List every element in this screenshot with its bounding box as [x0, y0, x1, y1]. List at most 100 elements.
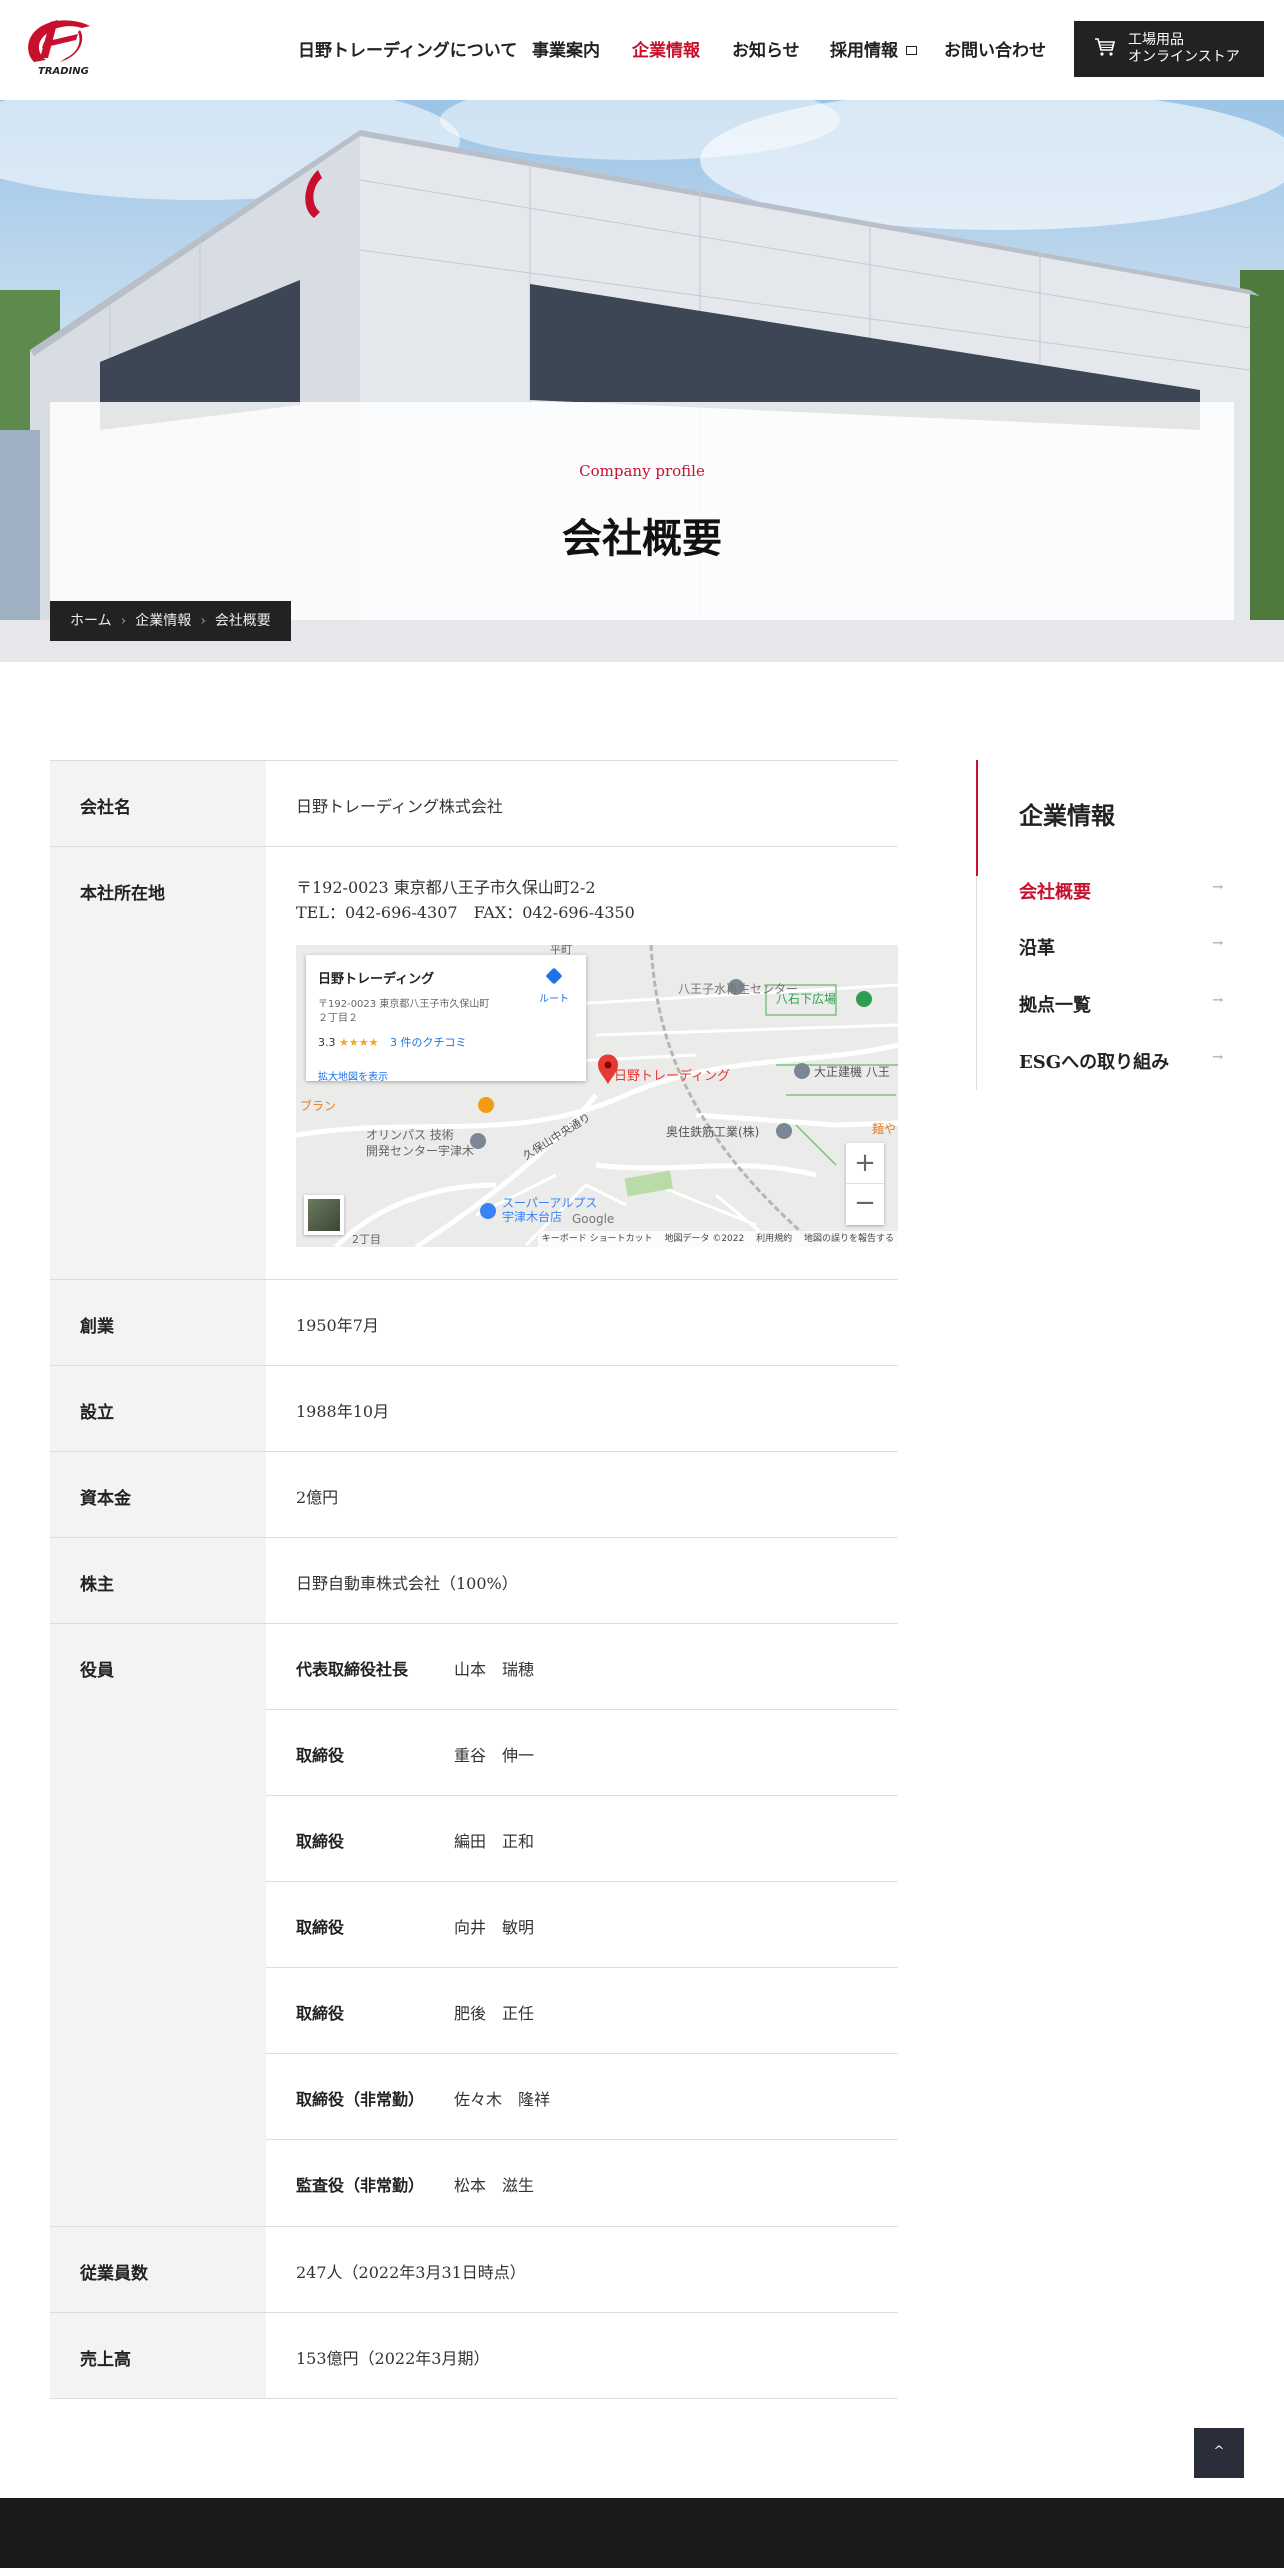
map-info-card: 日野トレーディング 〒192-0023 東京都八王子市久保山町 ２丁目２ 3.3… [306, 955, 586, 1083]
map-label: 奥住鉄筋工業(株) [666, 1124, 759, 1139]
arrow-right-icon: → [1212, 880, 1223, 895]
officer-role: 取締役 [296, 1746, 345, 1765]
map-enlarge-link[interactable]: 拡大地図を表示 [318, 1065, 574, 1090]
sidebar-item-locations[interactable]: 拠点一覧 → [1019, 991, 1229, 1017]
table-row-sales: 売上高 153億円（2022年3月期） [50, 2313, 898, 2399]
arrow-right-icon: → [1212, 1050, 1223, 1065]
row-value: 日野トレーディング株式会社 [296, 797, 503, 816]
officer-row: 取締役（非常勤） 佐々木 隆祥 [266, 2054, 898, 2140]
map-attribution-item: 地図データ ©2022 [664, 1234, 745, 1244]
nav-news[interactable]: お知らせ [732, 36, 800, 64]
officer-row: 取締役 重谷 伸一 [266, 1710, 898, 1796]
sidebar-item-label: 拠点一覧 [1019, 995, 1091, 1016]
row-label: 創業 [50, 1280, 266, 1365]
arrow-right-icon: → [1212, 993, 1223, 1008]
breadcrumb-company[interactable]: 企業情報 [135, 613, 191, 629]
google-logo: Google [572, 1212, 614, 1226]
map-route-button[interactable]: ルート [534, 967, 574, 1012]
sidebar-item-history[interactable]: 沿革 → [1019, 934, 1229, 960]
row-label: 役員 [50, 1624, 266, 2226]
table-row-established: 設立 1988年10月 [50, 1366, 898, 1452]
officer-name: 重谷 伸一 [454, 1746, 535, 1765]
page-title-box: Company profile 会社概要 [50, 402, 1234, 620]
google-map[interactable]: 平町 八王子水再生センター 八石下広場 大正建機 八王 奥住鉄筋工業(株) オリ… [296, 945, 898, 1247]
map-label: スーパーアルプス [502, 1196, 597, 1210]
map-zoom-controls: + − [846, 1143, 884, 1225]
map-attribution-item[interactable]: キーボード ショートカット [542, 1234, 653, 1244]
site-footer [0, 2498, 1284, 2568]
sidebar-item-label: 会社概要 [1019, 882, 1091, 903]
nav-about[interactable]: 日野トレーディングについて [298, 36, 517, 64]
officer-row: 取締役 肥後 正任 [266, 1968, 898, 2054]
page-title: 会社概要 [562, 515, 722, 562]
zoom-in-button[interactable]: + [846, 1143, 884, 1184]
row-label: 本社所在地 [50, 847, 266, 1279]
officer-name: 山本 瑞穂 [454, 1660, 535, 1679]
nav-business[interactable]: 事業案内 [532, 36, 600, 64]
online-store-button[interactable]: 工場用品 オンラインストア [1074, 21, 1264, 77]
phone-fax-text: TEL：042-696-4307 FAX：042-696-4350 [296, 903, 635, 922]
row-value: 153億円（2022年3月期） [296, 2349, 490, 2368]
officer-row: 監査役（非常勤） 松本 滋生 [266, 2140, 898, 2226]
map-label: ブラン [300, 1098, 336, 1113]
logo[interactable]: TRADING [20, 12, 100, 82]
officer-role: 監査役（非常勤） [296, 2176, 425, 2195]
officer-name: 松本 滋生 [454, 2176, 535, 2195]
row-value: 1950年7月 [296, 1316, 379, 1335]
officer-role: 取締役（非常勤） [296, 2090, 425, 2109]
map-label: 八石下広場 [776, 992, 836, 1006]
officer-name: 肥後 正任 [454, 2004, 535, 2023]
officer-name: 佐々木 隆祥 [454, 2090, 551, 2109]
officer-row: 代表取締役社長 山本 瑞穂 [266, 1624, 898, 1710]
officer-role: 取締役 [296, 1832, 345, 1851]
online-store-line2: オンラインストア [1128, 49, 1240, 65]
nav-recruit-label: 採用情報 [830, 41, 898, 61]
zoom-out-button[interactable]: − [846, 1184, 884, 1224]
nav-company[interactable]: 企業情報 [632, 36, 700, 64]
directions-icon [545, 967, 563, 985]
map-attribution-item[interactable]: 利用規約 [756, 1234, 792, 1244]
chevron-right-icon: › [200, 613, 206, 629]
map-label: 2丁目 [352, 1233, 381, 1246]
page-subtitle: Company profile [579, 462, 705, 480]
row-label: 株主 [50, 1538, 266, 1623]
map-label: 宇津木台店 [502, 1209, 562, 1224]
chevron-right-icon: › [120, 613, 127, 629]
officer-role: 取締役 [296, 1918, 345, 1937]
officer-row: 取締役 向井 敏明 [266, 1882, 898, 1968]
nav-contact[interactable]: お問い合わせ [944, 36, 1046, 64]
officer-row: 取締役 編田 正和 [266, 1796, 898, 1882]
map-label: オリンパス 技術 [366, 1128, 454, 1142]
table-row-founded: 創業 1950年7月 [50, 1280, 898, 1366]
sidebar-item-label: 沿革 [1019, 938, 1055, 959]
satellite-thumbnail-icon [308, 1199, 340, 1231]
breadcrumb-home[interactable]: ホーム [70, 613, 112, 629]
back-to-top-button[interactable]: ^ [1194, 2428, 1244, 2478]
table-row-capital: 資本金 2億円 [50, 1452, 898, 1538]
external-link-icon [905, 46, 917, 55]
map-address-line2: ２丁目２ [318, 1013, 358, 1024]
sidebar-item-esg[interactable]: ESGへの取り組み → [1019, 1048, 1229, 1074]
map-pin-label: 日野トレーディング [614, 1068, 730, 1084]
map-satellite-toggle[interactable] [304, 1195, 344, 1235]
row-value: 247人（2022年3月31日時点） [296, 2263, 526, 2282]
arrow-right-icon: → [1212, 936, 1223, 951]
breadcrumb-current: 会社概要 [214, 613, 271, 629]
map-rating: 3.3 [318, 1036, 336, 1049]
officer-name: 向井 敏明 [454, 1918, 535, 1937]
online-store-line1: 工場用品 [1128, 32, 1184, 48]
officer-role: 取締役 [296, 2004, 345, 2023]
map-route-label: ルート [539, 994, 569, 1005]
sidebar-item-company-profile[interactable]: 会社概要 → [1019, 878, 1229, 904]
map-reviews-link[interactable]: 3 件のクチコミ [390, 1036, 467, 1049]
map-label: 大正建機 八王 [814, 1064, 890, 1079]
map-attribution-item[interactable]: 地図の誤りを報告する [804, 1234, 894, 1244]
row-label: 従業員数 [50, 2227, 266, 2312]
sidebar-item-label: ESGへの取り組み [1019, 1052, 1170, 1073]
sidebar-title: 企業情報 [1019, 801, 1115, 830]
nav-recruit[interactable]: 採用情報 [830, 36, 917, 64]
table-row-employees: 従業員数 247人（2022年3月31日時点） [50, 2227, 898, 2313]
logo-text: TRADING [38, 66, 89, 77]
table-row-company-name: 会社名 日野トレーディング株式会社 [50, 761, 898, 847]
row-value: 1988年10月 [296, 1402, 390, 1421]
